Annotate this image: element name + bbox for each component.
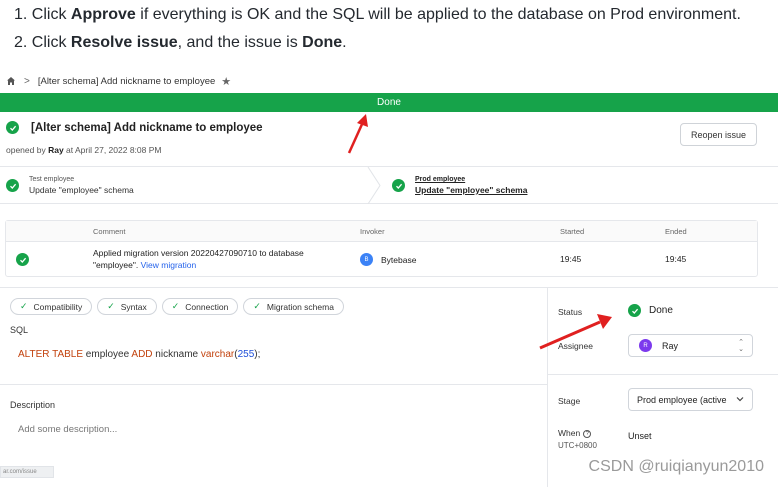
status-label: Status: [558, 307, 583, 317]
assignee-label: Assignee: [558, 341, 593, 351]
view-migration-link[interactable]: View migration: [141, 260, 197, 270]
stage-select-value: Prod employee (active: [637, 394, 727, 405]
column-header-invoker: Invoker: [360, 227, 385, 236]
invoker-name: Bytebase: [381, 254, 417, 265]
success-check-icon: [16, 253, 29, 266]
check-icon: ✓: [253, 301, 261, 311]
url-tooltip: ar.com/issue: [0, 466, 54, 478]
breadcrumb: > [Alter schema] Add nickname to employe…: [0, 70, 778, 92]
success-check-icon: [392, 179, 405, 192]
check-icon: ✓: [107, 301, 115, 311]
check-icon: ✓: [171, 301, 180, 311]
issue-meta: opened by Ray at April 27, 2022 8:08 PM: [6, 145, 162, 155]
invoker-cell: B Bytebase: [360, 253, 416, 266]
stage-label: Stage: [558, 396, 581, 406]
success-check-icon: [628, 304, 641, 317]
stage-name: Prod employee: [415, 176, 466, 183]
started-cell: 19:45: [560, 254, 582, 264]
pipeline: Test employee Update "employee" schema P…: [0, 167, 778, 204]
sql-statement[interactable]: ALTER TABLE employee ADD nickname varcha…: [18, 349, 260, 360]
stage-separator-chevron-icon: [367, 167, 381, 204]
watermark: CSDN @ruiqianyun2010: [588, 458, 764, 475]
check-chips: ✓ Compatibility ✓ Syntax ✓ Connection ✓ Migr…: [10, 298, 344, 315]
selector-updown-icon: ⌃ ⌄: [738, 339, 744, 353]
stage-select[interactable]: Prod employee (active: [628, 388, 753, 411]
check-chip-compatibility[interactable]: ✓ Compatibility: [10, 298, 93, 315]
task-run-table: Comment Invoker Started Ended Applied mi…: [5, 220, 758, 277]
description-input[interactable]: Add some description...: [18, 424, 117, 435]
pipeline-stage-prod[interactable]: Prod employee Update "employee" schema: [392, 167, 527, 204]
star-icon[interactable]: ★: [221, 75, 231, 88]
issue-title: [Alter schema] Add nickname to employee: [31, 121, 263, 134]
issue-title-row: [Alter schema] Add nickname to employee: [6, 121, 263, 134]
check-chip-syntax[interactable]: ✓ Syntax: [97, 298, 157, 315]
breadcrumb-separator: >: [24, 75, 30, 87]
stage-desc: Update "employee" schema: [29, 185, 134, 195]
issue-header: [Alter schema] Add nickname to employee …: [0, 112, 778, 167]
assignee-name: Ray: [662, 340, 679, 351]
status-banner: Done: [0, 93, 778, 112]
stage-desc: Update "employee" schema: [415, 185, 528, 195]
table-row: Applied migration version 20220427090710…: [6, 242, 757, 277]
column-header-comment: Comment: [93, 227, 126, 236]
pipeline-stage-test[interactable]: Test employee Update "employee" schema: [6, 167, 134, 204]
reopen-issue-button[interactable]: Reopen issue: [680, 123, 757, 146]
success-check-icon: [6, 121, 19, 134]
timezone-label: UTC+0800: [558, 441, 597, 450]
check-chip-migration-schema[interactable]: ✓ Migration schema: [243, 298, 344, 315]
comment-cell: Applied migration version 20220427090710…: [93, 248, 304, 270]
status-banner-text: Done: [377, 97, 401, 108]
instructions: 1. Click Approve if everything is OK and…: [0, 0, 778, 68]
issue-author[interactable]: Ray: [48, 145, 64, 155]
check-icon: ✓: [20, 301, 28, 311]
assignee-select[interactable]: R Ray ⌃ ⌄: [628, 334, 753, 357]
sql-label: SQL: [10, 325, 29, 335]
breadcrumb-title: [Alter schema] Add nickname to employee: [37, 75, 216, 87]
issue-detail-panel: ✓ Compatibility ✓ Syntax ✓ Connection ✓ Migr…: [0, 287, 547, 487]
table-header: Comment Invoker Started Ended: [6, 221, 757, 242]
when-value[interactable]: Unset: [628, 431, 652, 441]
check-chip-connection[interactable]: ✓ Connection: [161, 298, 239, 315]
chevron-down-icon: [736, 397, 744, 402]
avatar: B: [360, 253, 373, 266]
status-badge: Done: [649, 305, 673, 316]
stage-name: Test employee: [29, 176, 75, 183]
done-label: Done: [302, 34, 343, 51]
divider: [548, 374, 778, 375]
when-label: When?: [558, 428, 592, 438]
status-value: Done: [628, 304, 673, 317]
avatar: R: [639, 339, 652, 352]
resolve-issue-label: Resolve issue: [70, 34, 178, 51]
description-label: Description: [10, 400, 56, 410]
column-header-ended: Ended: [665, 227, 687, 236]
ended-cell: 19:45: [665, 254, 687, 264]
success-check-icon: [6, 179, 19, 192]
instruction-step-1: 1. Click Approve if everything is OK and…: [14, 6, 741, 23]
help-icon[interactable]: ?: [583, 429, 592, 438]
divider: [0, 384, 547, 385]
column-header-started: Started: [560, 227, 585, 236]
issue-sidebar: Status Done Assignee R Ray ⌃ ⌄ Stage Prod…: [547, 287, 778, 487]
home-icon[interactable]: [6, 76, 16, 86]
instruction-step-2: 2. Click Resolve issue, and the issue is…: [14, 34, 347, 51]
approve-label: Approve: [70, 6, 136, 23]
